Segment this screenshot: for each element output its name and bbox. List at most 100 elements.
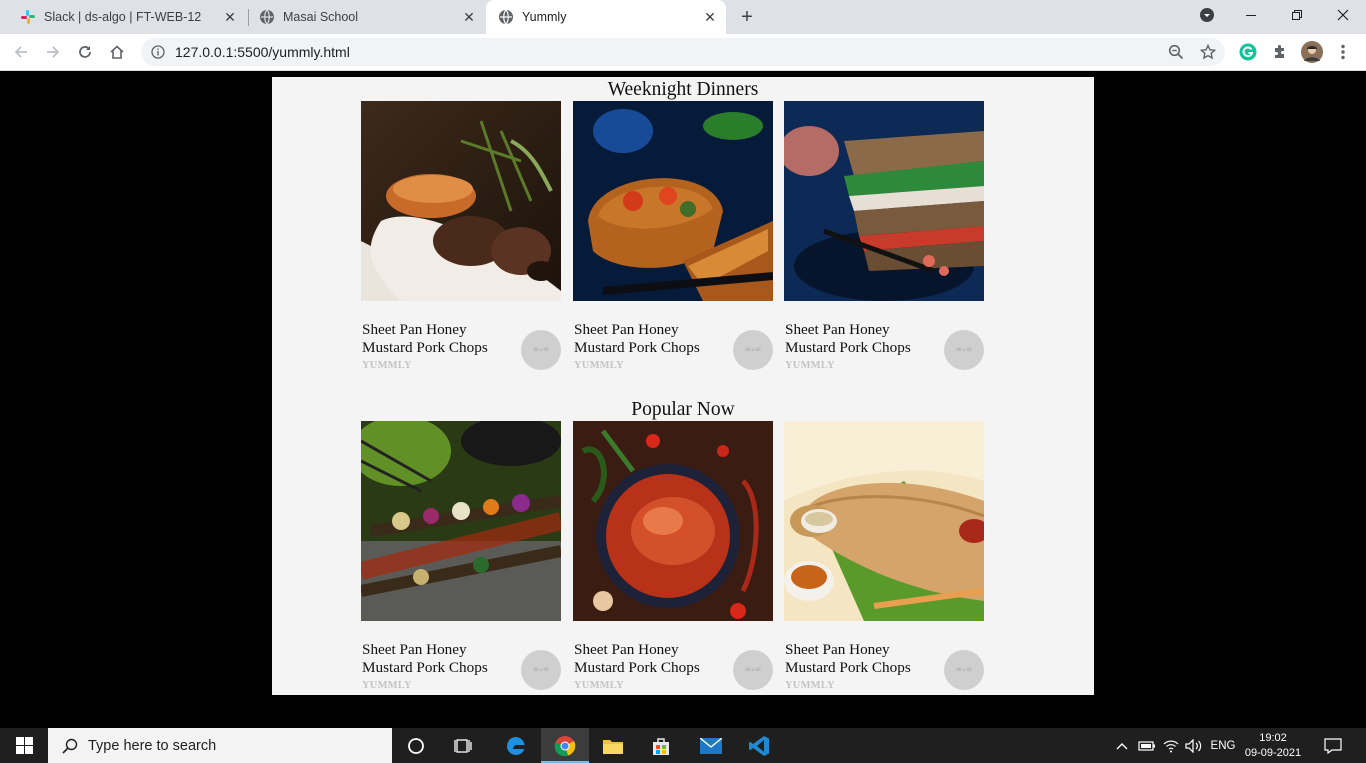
tab-slack[interactable]: Slack | ds-algo | FT-WEB-12 ✕: [8, 0, 246, 34]
avatar-placeholder: 60 x 60: [521, 330, 561, 370]
recipe-card[interactable]: Sheet Pan Honey Mustard Pork Chops YUMML…: [361, 421, 561, 691]
volume-button[interactable]: [1183, 728, 1205, 763]
mail-icon: [700, 737, 722, 754]
taskbar-clock[interactable]: 19:02 09-09-2021: [1240, 731, 1306, 761]
recipe-title[interactable]: Sheet Pan Honey Mustard Pork Chops: [362, 321, 512, 357]
edge-button[interactable]: [492, 728, 540, 763]
taskbar-search-box[interactable]: Type here to search: [48, 728, 392, 763]
grammarly-icon: [1239, 43, 1257, 61]
cortana-button[interactable]: [392, 728, 440, 763]
browser-toolbar: 127.0.0.1:5500/yummly.html: [0, 34, 1366, 71]
recipe-title[interactable]: Sheet Pan Honey Mustard Pork Chops: [574, 321, 724, 357]
windows-logo-icon: [15, 737, 33, 754]
close-window-button[interactable]: [1320, 0, 1366, 30]
recipe-image-lamb-salmon[interactable]: [361, 101, 561, 301]
reload-button[interactable]: [72, 39, 98, 65]
star-icon[interactable]: [1200, 44, 1216, 60]
recipe-source: YUMMLY: [574, 360, 624, 371]
avatar-placeholder: 60 x 60: [733, 650, 773, 690]
recipe-source: YUMMLY: [362, 360, 412, 371]
home-button[interactable]: [104, 39, 130, 65]
recipe-image-dosa[interactable]: [784, 421, 984, 621]
chrome-taskbar-button[interactable]: [541, 728, 589, 763]
screen: Slack | ds-algo | FT-WEB-12 ✕ Masai Scho…: [0, 0, 1366, 763]
section-title-weeknight-dinners: Weeknight Dinners: [607, 79, 759, 100]
recipe-title[interactable]: Sheet Pan Honey Mustard Pork Chops: [574, 641, 724, 677]
recipe-card[interactable]: Sheet Pan Honey Mustard Pork Chops YUMML…: [361, 101, 561, 371]
forward-button[interactable]: [40, 39, 66, 65]
recipe-title[interactable]: Sheet Pan Honey Mustard Pork Chops: [785, 321, 935, 357]
reload-icon: [79, 46, 91, 58]
recipe-title[interactable]: Sheet Pan Honey Mustard Pork Chops: [785, 641, 935, 677]
recipe-card[interactable]: Sheet Pan Honey Mustard Pork Chops YUMML…: [573, 421, 773, 691]
extensions-button[interactable]: [1267, 39, 1293, 65]
wifi-icon: [1163, 740, 1179, 752]
close-tab-icon[interactable]: ✕: [459, 7, 479, 27]
globe-icon: [260, 9, 274, 25]
recipe-image-grill-skewers[interactable]: [361, 421, 561, 621]
file-explorer-button[interactable]: [589, 728, 637, 763]
minimize-button[interactable]: [1228, 0, 1274, 30]
recipe-source: YUMMLY: [574, 680, 624, 691]
recipe-card[interactable]: Sheet Pan Honey Mustard Pork Chops YUMML…: [573, 101, 773, 371]
recipe-image-quiche[interactable]: [573, 101, 773, 301]
url-text: 127.0.0.1:5500/yummly.html: [175, 44, 350, 60]
avatar-placeholder: 60 x 60: [944, 330, 984, 370]
address-bar[interactable]: 127.0.0.1:5500/yummly.html: [141, 38, 1225, 66]
cortana-icon: [408, 737, 424, 754]
network-button[interactable]: [1160, 728, 1182, 763]
avatar: [1301, 41, 1323, 63]
recipe-source: YUMMLY: [785, 360, 835, 371]
search-placeholder: Type here to search: [88, 737, 217, 754]
avatar-placeholder: 60 x 60: [944, 650, 984, 690]
chevron-down-circle-icon: [1200, 8, 1214, 22]
show-hidden-icons-button[interactable]: [1112, 728, 1132, 763]
globe-icon: [499, 9, 513, 25]
recipe-source: YUMMLY: [362, 680, 412, 691]
avatar-placeholder: 60 x 60: [521, 650, 561, 690]
tab-masai-school[interactable]: Masai School ✕: [247, 0, 485, 34]
new-tab-button[interactable]: +: [735, 5, 759, 29]
zoom-icon[interactable]: [1168, 44, 1184, 60]
battery-button[interactable]: [1136, 728, 1158, 763]
start-button[interactable]: [0, 728, 48, 763]
task-view-button[interactable]: [440, 728, 488, 763]
recipe-source: YUMMLY: [785, 680, 835, 691]
mail-button[interactable]: [687, 728, 735, 763]
page-viewport: Weeknight Dinners Sheet Pan Honey Mustar…: [0, 71, 1366, 728]
store-button[interactable]: [637, 728, 685, 763]
speaker-icon: [1185, 738, 1202, 753]
vscode-button[interactable]: [735, 728, 783, 763]
minimize-icon: [1246, 15, 1256, 16]
arrow-right-icon: [47, 46, 60, 58]
tab-search-button[interactable]: [1184, 0, 1230, 30]
tab-yummly[interactable]: Yummly ✕: [486, 0, 726, 34]
grammarly-extension-button[interactable]: [1235, 39, 1261, 65]
notification-icon: [1324, 737, 1342, 754]
back-button[interactable]: [8, 39, 34, 65]
tab-title: Slack | ds-algo | FT-WEB-12: [44, 10, 202, 24]
recipe-card[interactable]: Sheet Pan Honey Mustard Pork Chops YUMML…: [784, 421, 984, 691]
language-indicator[interactable]: ENG: [1207, 728, 1239, 763]
recipe-image-fish-curry[interactable]: [573, 421, 773, 621]
recipe-title[interactable]: Sheet Pan Honey Mustard Pork Chops: [362, 641, 512, 677]
home-icon: [110, 45, 124, 59]
info-icon[interactable]: [151, 45, 165, 59]
restore-button[interactable]: [1274, 0, 1320, 30]
notifications-button[interactable]: [1318, 728, 1348, 763]
profile-button[interactable]: [1299, 39, 1325, 65]
store-bag-icon: [653, 737, 669, 755]
edge-icon: [507, 736, 525, 755]
recipe-card[interactable]: Sheet Pan Honey Mustard Pork Chops YUMML…: [784, 101, 984, 371]
chrome-icon: [554, 735, 576, 756]
close-tab-icon[interactable]: ✕: [220, 7, 240, 27]
clock-date: 09-09-2021: [1244, 747, 1302, 759]
vscode-icon: [749, 735, 769, 756]
close-tab-icon[interactable]: ✕: [700, 7, 720, 27]
folder-icon: [603, 739, 623, 754]
task-view-icon: [454, 738, 472, 753]
menu-button[interactable]: [1330, 39, 1356, 65]
windows-taskbar: Type here to search ENG 19:02 09-09-2021: [0, 728, 1366, 763]
browser-tab-strip: Slack | ds-algo | FT-WEB-12 ✕ Masai Scho…: [0, 0, 1366, 34]
recipe-image-sandwich[interactable]: [784, 101, 984, 301]
